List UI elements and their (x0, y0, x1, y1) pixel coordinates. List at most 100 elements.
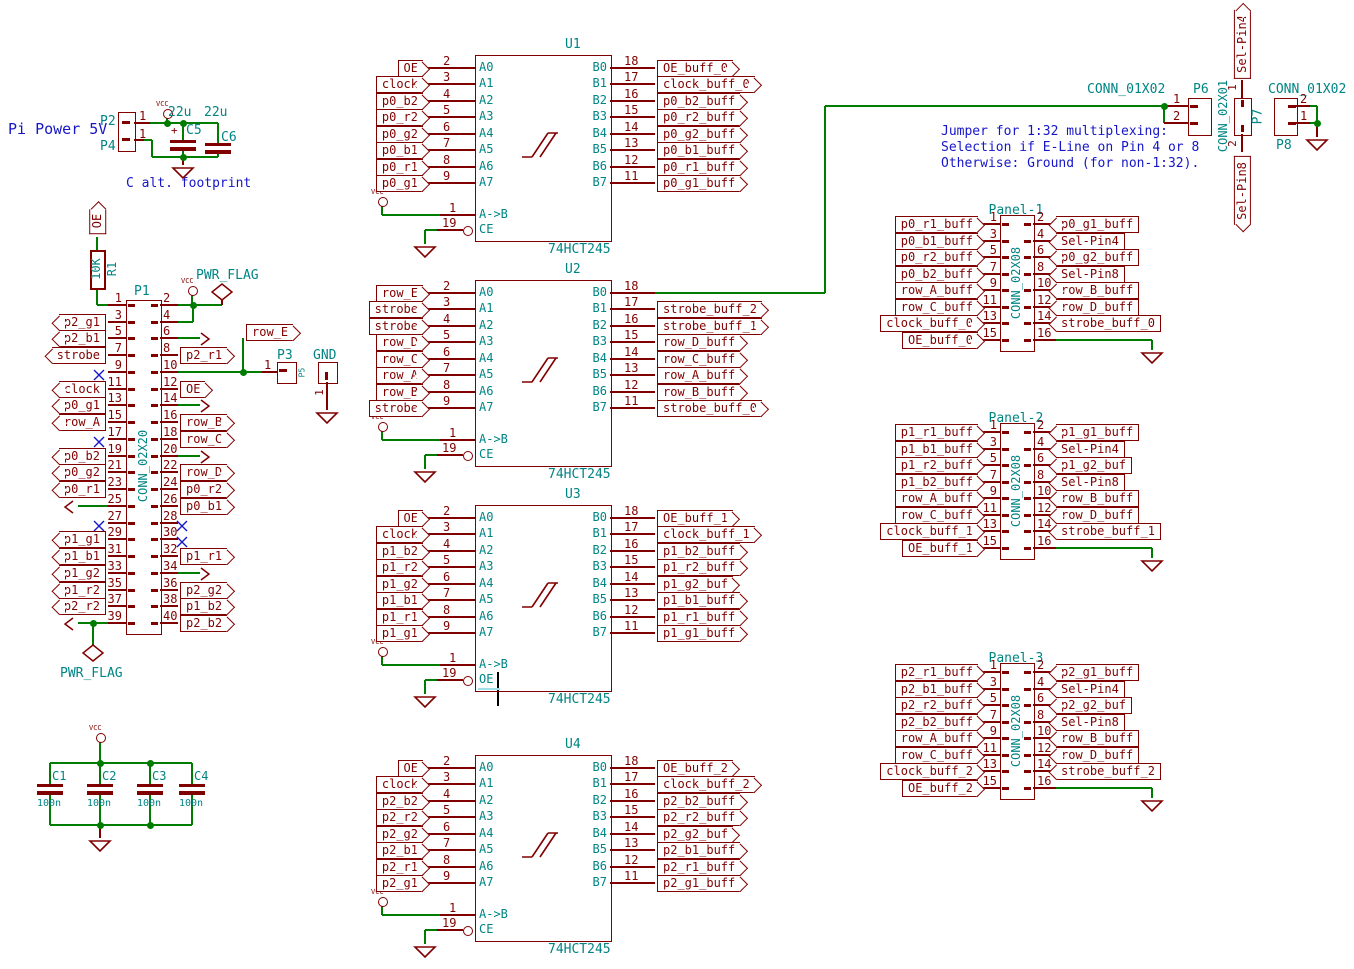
net-label-strobe[interactable]: strobe (369, 318, 423, 335)
connector-p3[interactable] (277, 362, 297, 384)
net-label-Sel-Pin8[interactable]: Sel-Pin8 (1056, 714, 1125, 731)
net-label-row_D_buff[interactable]: row_D_buff (657, 334, 740, 351)
net-label-p2_g1[interactable]: p2_g1 (59, 314, 106, 331)
net-label-OE_buff_1[interactable]: OE_buff_1 (902, 540, 978, 557)
net-label-p1_g2_buf[interactable]: p1_g2_buf (1056, 457, 1132, 474)
net-label-OE_buff_1[interactable]: OE_buff_1 (657, 510, 733, 527)
net-label-p2_b1_buff[interactable]: p2_b1_buff (895, 681, 978, 698)
net-label-p0_g2[interactable]: p0_g2 (59, 464, 106, 481)
net-label-clock_buff_0[interactable]: clock_buff_0 (880, 315, 978, 332)
net-label-p0_b1[interactable]: p0_b1 (376, 142, 423, 159)
net-label-row_A_buff[interactable]: row_A_buff (895, 490, 978, 507)
net-label-strobe_buff_1[interactable]: strobe_buff_1 (1056, 523, 1161, 540)
net-label-p1_g1[interactable]: p1_g1 (59, 531, 106, 548)
net-label-p2_b2_buff[interactable]: p2_b2_buff (657, 793, 740, 810)
net-label-p2_r1[interactable]: p2_r1 (180, 347, 227, 364)
net-label-p0_b1_buff[interactable]: p0_b1_buff (895, 233, 978, 250)
net-label-clock[interactable]: clock (376, 526, 423, 543)
net-label-p2_g1_buff[interactable]: p2_g1_buff (657, 875, 740, 892)
net-label-OE[interactable]: OE (398, 60, 423, 77)
net-label-row_C[interactable]: row_C (376, 351, 423, 368)
net-label-p2_r2_buff[interactable]: p2_r2_buff (657, 809, 740, 826)
net-label-p2_r2_buff[interactable]: p2_r2_buff (895, 697, 978, 714)
net-label-p0_b2_buff[interactable]: p0_b2_buff (895, 266, 978, 283)
net-label-p0_b1[interactable]: p0_b1 (180, 498, 227, 515)
net-label-p1_g2[interactable]: p1_g2 (376, 576, 423, 593)
net-label-p2_b2_buff[interactable]: p2_b2_buff (895, 714, 978, 731)
net-label-strobe_buff_1[interactable]: strobe_buff_1 (657, 318, 762, 335)
net-label-p2_g2[interactable]: p2_g2 (180, 582, 227, 599)
net-label-row_A[interactable]: row_A (59, 414, 106, 431)
net-label-strobe[interactable]: strobe (369, 400, 423, 417)
net-label-clock_buff_2[interactable]: clock_buff_2 (880, 763, 978, 780)
net-label-Sel-Pin8[interactable]: Sel-Pin8 (1056, 266, 1125, 283)
net-label-p1_g2_buf[interactable]: p1_g2_buf (657, 576, 733, 593)
net-label-row_C_buff[interactable]: row_C_buff (895, 747, 978, 764)
net-label-row_B_buff[interactable]: row_B_buff (657, 384, 740, 401)
net-label-p1_b1_buff[interactable]: p1_b1_buff (895, 441, 978, 458)
net-label-p0_g1[interactable]: p0_g1 (59, 397, 106, 414)
net-label-Sel-Pin4[interactable]: Sel-Pin4 (1056, 681, 1125, 698)
net-label-p1_b1[interactable]: p1_b1 (59, 548, 106, 565)
net-label-p2_g2[interactable]: p2_g2 (376, 826, 423, 843)
net-label-p0_g2_buff[interactable]: p0_g2_buff (1056, 249, 1139, 266)
net-label-p0_g1_buff[interactable]: p0_g1_buff (657, 175, 740, 192)
net-label-row_A_buff[interactable]: row_A_buff (895, 282, 978, 299)
net-label-strobe_buff_0[interactable]: strobe_buff_0 (1056, 315, 1161, 332)
net-label-p0_r1_buff[interactable]: p0_r1_buff (895, 216, 978, 233)
net-label-row_B[interactable]: row_B (376, 384, 423, 401)
net-label-p1_b2[interactable]: p1_b2 (180, 598, 227, 615)
net-label-p0_r2[interactable]: p0_r2 (376, 109, 423, 126)
net-label-OE_buff_2[interactable]: OE_buff_2 (657, 760, 733, 777)
net-label-p2_r2[interactable]: p2_r2 (376, 809, 423, 826)
net-label-p0_g1[interactable]: p0_g1 (376, 175, 423, 192)
net-label-sel-pin4[interactable]: Sel-Pin4 (1233, 10, 1250, 79)
net-label-row_D[interactable]: row_D (376, 334, 423, 351)
net-label-p1_b2_buff[interactable]: p1_b2_buff (895, 474, 978, 491)
net-label-clock_buff_1[interactable]: clock_buff_1 (657, 526, 755, 543)
net-label-row_B_buff[interactable]: row_B_buff (1056, 282, 1139, 299)
net-label-p0_r2[interactable]: p0_r2 (180, 481, 227, 498)
net-label-p1_r1_buff[interactable]: p1_r1_buff (657, 609, 740, 626)
net-label-p1_g1_buff[interactable]: p1_g1_buff (1056, 424, 1139, 441)
net-label-p2_b2[interactable]: p2_b2 (376, 793, 423, 810)
net-label-p2_b2[interactable]: p2_b2 (180, 615, 227, 632)
net-label-p2_g1[interactable]: p2_g1 (376, 875, 423, 892)
net-label-p2_b1[interactable]: p2_b1 (376, 842, 423, 859)
net-label-p1_r1[interactable]: p1_r1 (180, 548, 227, 565)
net-label-p2_g2_buf[interactable]: p2_g2_buf (1056, 697, 1132, 714)
net-label-row_B_buff[interactable]: row_B_buff (1056, 730, 1139, 747)
net-label-p2_r2[interactable]: p2_r2 (59, 598, 106, 615)
net-label-strobe_buff_2[interactable]: strobe_buff_2 (657, 301, 762, 318)
net-label-p2_r1_buff[interactable]: p2_r1_buff (895, 664, 978, 681)
net-label-Sel-Pin4[interactable]: Sel-Pin4 (1056, 233, 1125, 250)
net-label-p1_r2_buff[interactable]: p1_r2_buff (657, 559, 740, 576)
net-label-row_C_buff[interactable]: row_C_buff (895, 299, 978, 316)
net-label-row_C_buff[interactable]: row_C_buff (657, 351, 740, 368)
net-label-p1_g2[interactable]: p1_g2 (59, 565, 106, 582)
net-label-p2_b1_buff[interactable]: p2_b1_buff (657, 842, 740, 859)
net-label-p1_r2_buff[interactable]: p1_r2_buff (895, 457, 978, 474)
net-label-p1_b1[interactable]: p1_b1 (376, 592, 423, 609)
net-label-p2_r1_buff[interactable]: p2_r1_buff (657, 859, 740, 876)
net-label-p0_g2[interactable]: p0_g2 (376, 126, 423, 143)
net-label-p1_b2_buff[interactable]: p1_b2_buff (657, 543, 740, 560)
net-label-row_e[interactable]: row_E (246, 324, 293, 341)
net-label-clock[interactable]: clock (59, 381, 106, 398)
net-label-row_D_buff[interactable]: row_D_buff (1056, 299, 1139, 316)
net-label-clock[interactable]: clock (376, 776, 423, 793)
net-label-Sel-Pin4[interactable]: Sel-Pin4 (1056, 441, 1125, 458)
net-label-strobe_buff_0[interactable]: strobe_buff_0 (657, 400, 762, 417)
net-label-strobe[interactable]: strobe (369, 301, 423, 318)
net-label-p2_r1[interactable]: p2_r1 (376, 859, 423, 876)
net-label-row_D[interactable]: row_D (180, 464, 227, 481)
net-label-p0_b1_buff[interactable]: p0_b1_buff (657, 142, 740, 159)
net-label-p2_b1[interactable]: p2_b1 (59, 330, 106, 347)
net-label-p0_b2[interactable]: p0_b2 (59, 448, 106, 465)
net-label-p2_g1_buff[interactable]: p2_g1_buff (1056, 664, 1139, 681)
net-label-OE_buff_2[interactable]: OE_buff_2 (902, 780, 978, 797)
net-label-p1_r1[interactable]: p1_r1 (376, 609, 423, 626)
net-label-clock[interactable]: clock (376, 76, 423, 93)
net-label-OE_buff_0[interactable]: OE_buff_0 (657, 60, 733, 77)
connector-gnd[interactable] (318, 362, 338, 384)
